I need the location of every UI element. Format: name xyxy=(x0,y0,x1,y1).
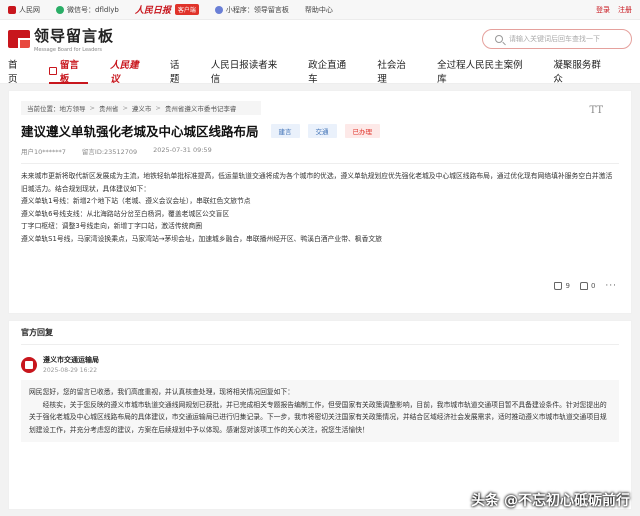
reply-body: 网民您好，您的留言已收悉，我们高度重视，并认真核查处理，现将相关情况回复如下： … xyxy=(21,380,619,442)
like-count: 9 xyxy=(565,282,570,290)
topbar-app[interactable]: 人民日报 客户端 xyxy=(135,3,199,16)
reply-org: 遵义市交通运输局 2025-08-29 16:22 xyxy=(21,355,619,374)
message-body: 未来城市更新将取代新区发展成为主流，地铁轻轨单批标准提高，低运量轨道交通将成为各… xyxy=(21,170,619,245)
body-paragraph: 丁字口枢纽：调整3号线走向，新增丁字口站，激活传统商圈 xyxy=(21,222,203,230)
message-title: 建议遵义单轨强化老城及中心城区线路布局 xyxy=(21,124,259,139)
tag-suggestion: 建言 xyxy=(270,123,300,138)
site-logo[interactable]: 领导留言板 Message Board for Leaders xyxy=(8,25,114,53)
body-paragraph: 未来城市更新将取代新区发展成为主流，地铁轻轨单批标准提高，低运量轨道交通将成为各… xyxy=(21,172,613,193)
font-size-icon[interactable]: TT xyxy=(589,105,603,116)
breadcrumb-item[interactable]: 贵州省遵义市委书记李睿 xyxy=(165,103,237,113)
breadcrumb-item[interactable]: 当前位置：地方领导 xyxy=(27,103,86,113)
dislike-button[interactable]: 0 xyxy=(579,282,596,290)
miniprogram-icon xyxy=(214,5,223,14)
nav-people-suggestion[interactable]: 人民建议 xyxy=(110,58,148,85)
topbar-help[interactable]: 帮助中心 xyxy=(305,5,333,15)
nav-home[interactable]: 首页 xyxy=(8,58,27,85)
search-placeholder: 请输入关键词后回车查找一下 xyxy=(509,35,600,43)
nav-democracy-cases[interactable]: 全过程人民民主案例库 xyxy=(437,58,531,85)
register-link[interactable]: 注册 xyxy=(618,5,632,15)
top-utility-bar: 人民网 微信号：dfldlyb 人民日报 客户端 小程序：领导留言板 帮助中心 … xyxy=(0,0,640,20)
nav-readers-letters[interactable]: 人民日报读者来信 xyxy=(211,58,286,85)
reply-paragraph: 网民您好，您的留言已收悉，我们高度重视，并认真核查处理，现将相关情况回复如下： xyxy=(29,388,295,396)
thumb-down-icon xyxy=(579,282,588,290)
topbar-people-link[interactable]: 人民网 xyxy=(8,5,40,15)
pencil-icon xyxy=(48,66,57,75)
official-reply-card: 官方回复 遵义市交通运输局 2025-08-29 16:22 网民您好，您的留言… xyxy=(8,320,632,510)
body-paragraph: 遵义单轨1号线：新增2个地下站（老城、遵义会议会址），串联红色文旅节点 xyxy=(21,197,251,205)
nav-social-governance[interactable]: 社会治理 xyxy=(377,58,415,85)
logo-title: 领导留言板 xyxy=(34,27,115,45)
app-badge: 客户端 xyxy=(174,4,199,15)
nav-gov-business[interactable]: 政企直通车 xyxy=(308,58,355,85)
topbar-wechat[interactable]: 微信号：dfldlyb xyxy=(56,5,119,15)
reply-time: 2025-08-29 16:22 xyxy=(43,367,98,374)
login-link[interactable]: 登录 xyxy=(596,5,610,15)
watermark: 头条 @不忘初心砥砺前行 xyxy=(471,493,630,509)
topbar-label: 微信号：dfldlyb xyxy=(67,5,119,14)
nav-label: 留言板 xyxy=(59,59,79,85)
message-actions: 9 0 ··· xyxy=(544,281,617,291)
status-badge: 已办理 xyxy=(344,123,381,138)
message-time: 2025-07-31 09:59 xyxy=(153,146,212,154)
topbar-label: 小程序：领导留言板 xyxy=(225,5,289,14)
tag-traffic: 交通 xyxy=(307,123,337,138)
topbar-label: 帮助中心 xyxy=(304,5,333,14)
topbar-miniprogram[interactable]: 小程序：领导留言板 xyxy=(214,5,289,15)
main-nav: 首页 留言板 人民建议 话题 人民日报读者来信 政企直通车 社会治理 全过程人民… xyxy=(0,58,640,85)
people-square-icon xyxy=(8,5,16,14)
search-input[interactable]: 请输入关键词后回车查找一下 xyxy=(482,29,632,49)
nav-topics[interactable]: 话题 xyxy=(170,58,189,85)
nav-serve-masses[interactable]: 凝聚服务群众 xyxy=(553,58,610,85)
body-paragraph: 遵义单轨6号线支线：从北海路站分岔至白杨洞，覆盖老城区公交盲区 xyxy=(21,209,230,218)
site-header: 领导留言板 Message Board for Leaders 请输入关键词后回… xyxy=(0,20,640,58)
nav-message-board[interactable]: 留言板 xyxy=(48,58,89,85)
dislike-count: 0 xyxy=(590,282,596,290)
logo-mark-icon xyxy=(8,28,30,50)
org-avatar-icon xyxy=(21,356,37,373)
message-user: 用户10******7 xyxy=(21,148,66,156)
search-icon[interactable] xyxy=(495,35,503,43)
app-icon: 人民日报 xyxy=(134,6,171,16)
breadcrumb-item[interactable]: 贵州省 xyxy=(99,103,119,113)
thumb-up-icon xyxy=(554,282,563,290)
like-button[interactable]: 9 xyxy=(554,282,570,290)
logo-subtitle: Message Board for Leaders xyxy=(34,47,103,53)
message-meta: 用户10******7 留言ID:23512709 2025-07-31 09:… xyxy=(21,146,619,156)
reply-paragraph: 经核实，关于您反映的遵义市城市轨道交通线网规划已获批，并已完成相关专题报告编制工… xyxy=(29,400,607,434)
message-card: 当前位置：地方领导 > 贵州省 > 遵义市 > 贵州省遵义市委书记李睿 TT 建议遵义… xyxy=(8,90,632,314)
message-id: 留言ID:23512709 xyxy=(81,148,138,156)
wechat-icon xyxy=(56,5,64,14)
breadcrumb-item[interactable]: 遵义市 xyxy=(132,103,152,113)
more-button[interactable]: ··· xyxy=(605,281,617,291)
body-paragraph: 遵义单轨S1号线，马家湾设换乘点，马家湾站→茅坝会址，加速城乡融合，串联播州经开… xyxy=(21,234,382,243)
reply-section-title: 官方回复 xyxy=(21,321,619,345)
org-name: 遵义市交通运输局 xyxy=(43,356,99,364)
breadcrumb: 当前位置：地方领导 > 贵州省 > 遵义市 > 贵州省遵义市委书记李睿 xyxy=(21,101,261,115)
topbar-label: 人民网 xyxy=(19,5,40,14)
